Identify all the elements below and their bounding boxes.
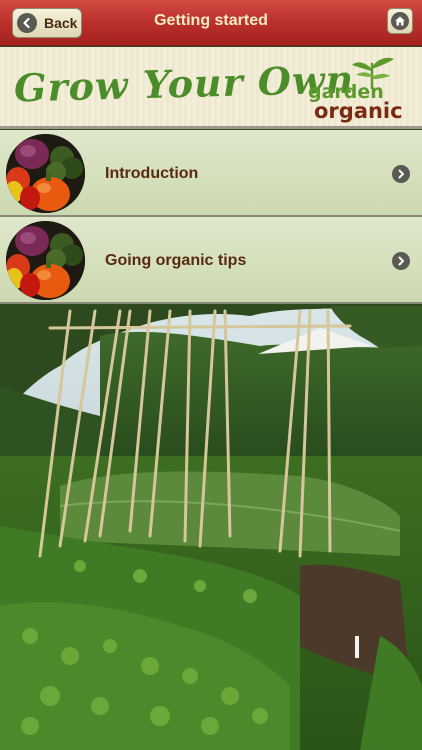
allotment-garden-photo [0,306,422,750]
menu-list: Introduction Going organic tips [0,130,422,304]
home-icon [391,12,409,30]
chevron-right-icon [392,165,410,183]
top-navigation-bar: Back Getting started [0,0,422,46]
chevron-right-icon [392,252,410,270]
menu-item-going-organic-tips[interactable]: Going organic tips [0,217,422,304]
menu-item-label: Going organic tips [105,252,247,269]
vegetables-thumbnail [6,134,85,213]
menu-item-label: Introduction [105,165,199,182]
grow-your-own-banner: Grow Your Own garden organic [0,47,422,129]
menu-item-introduction[interactable]: Introduction [0,130,422,217]
vegetables-thumbnail [6,221,85,300]
home-button[interactable] [387,8,413,34]
page-title: Getting started [154,12,268,29]
logo-text-organic: organic [314,99,403,123]
garden-organic-logo: garden organic [306,55,412,125]
banner-title: Grow Your Own [13,56,355,111]
